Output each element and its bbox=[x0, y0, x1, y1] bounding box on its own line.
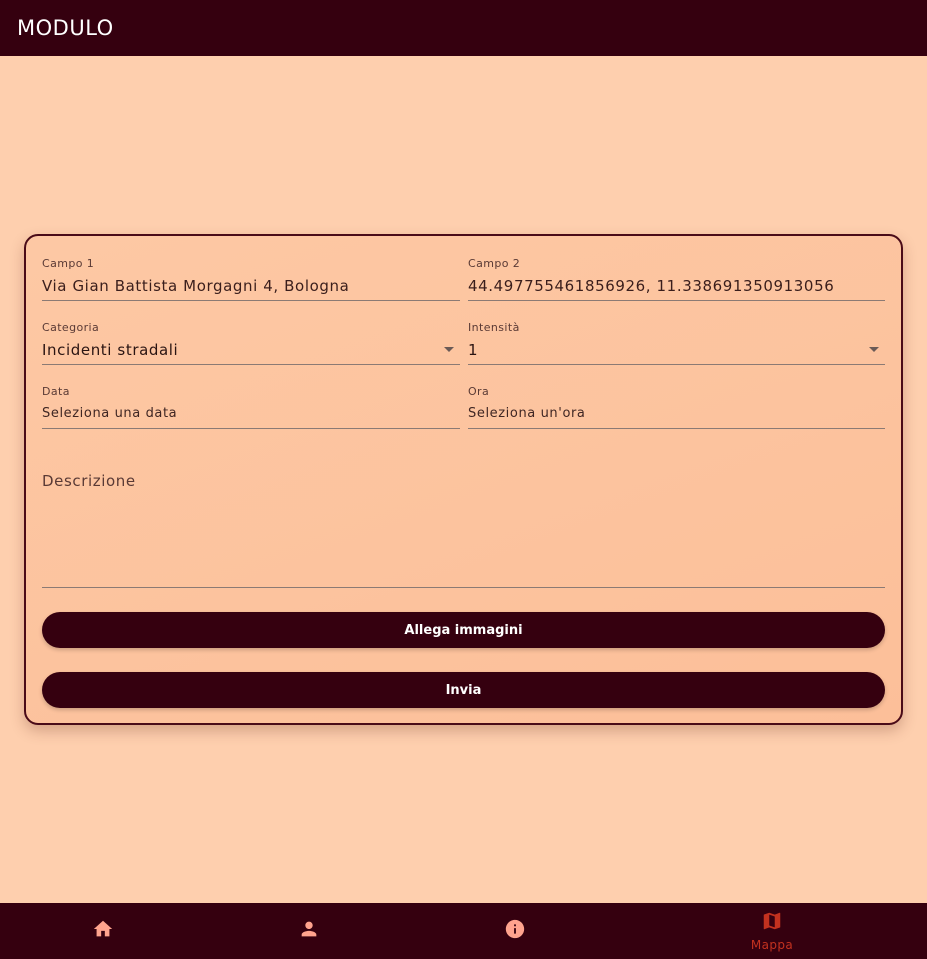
campo1-value: Via Gian Battista Morgagni 4, Bologna bbox=[42, 277, 350, 295]
intensita-dropdown[interactable]: Intensità 1 bbox=[468, 320, 885, 365]
intensita-label: Intensità bbox=[468, 321, 520, 334]
date-label: Data bbox=[42, 385, 70, 398]
page-title: MODULO bbox=[17, 16, 114, 40]
categoria-label: Categoria bbox=[42, 321, 100, 334]
attach-images-button[interactable]: Allega immagini bbox=[42, 612, 885, 648]
time-field[interactable]: Ora Seleziona un'ora bbox=[468, 384, 885, 429]
info-icon bbox=[504, 918, 526, 944]
date-field[interactable]: Data Seleziona una data bbox=[42, 384, 460, 429]
map-icon bbox=[761, 910, 783, 936]
nav-item-map[interactable]: Mappa bbox=[722, 903, 822, 959]
categoria-value: Incidenti stradali bbox=[42, 341, 179, 359]
submit-button[interactable]: Invia bbox=[42, 672, 885, 708]
campo1-field[interactable]: Campo 1 Via Gian Battista Morgagni 4, Bo… bbox=[42, 256, 460, 301]
description-placeholder: Descrizione bbox=[42, 472, 136, 490]
form-card: Campo 1 Via Gian Battista Morgagni 4, Bo… bbox=[24, 234, 903, 725]
description-textarea[interactable]: Descrizione bbox=[42, 462, 885, 588]
attach-images-label: Allega immagini bbox=[404, 622, 523, 638]
dropdown-arrow-icon bbox=[444, 347, 454, 352]
nav-item-map-label: Mappa bbox=[750, 938, 794, 952]
campo1-label: Campo 1 bbox=[42, 257, 95, 270]
dropdown-arrow-icon bbox=[869, 347, 879, 352]
campo2-value: 44.497755461856926, 11.338691350913056 bbox=[468, 277, 835, 295]
categoria-dropdown[interactable]: Categoria Incidenti stradali bbox=[42, 320, 460, 365]
bottom-navigation: Mappa bbox=[0, 903, 927, 959]
home-icon bbox=[92, 918, 114, 944]
date-value: Seleziona una data bbox=[42, 406, 178, 421]
app-bar: MODULO bbox=[0, 0, 927, 56]
intensita-value: 1 bbox=[468, 341, 479, 359]
person-icon bbox=[298, 918, 320, 944]
nav-item-info[interactable] bbox=[478, 903, 552, 959]
campo2-field[interactable]: Campo 2 44.497755461856926, 11.338691350… bbox=[468, 256, 885, 301]
nav-item-profile[interactable] bbox=[272, 903, 346, 959]
campo2-label: Campo 2 bbox=[468, 257, 521, 270]
time-value: Seleziona un'ora bbox=[468, 406, 586, 421]
nav-item-home[interactable] bbox=[66, 903, 140, 959]
submit-label: Invia bbox=[445, 682, 482, 698]
time-label: Ora bbox=[468, 385, 490, 398]
